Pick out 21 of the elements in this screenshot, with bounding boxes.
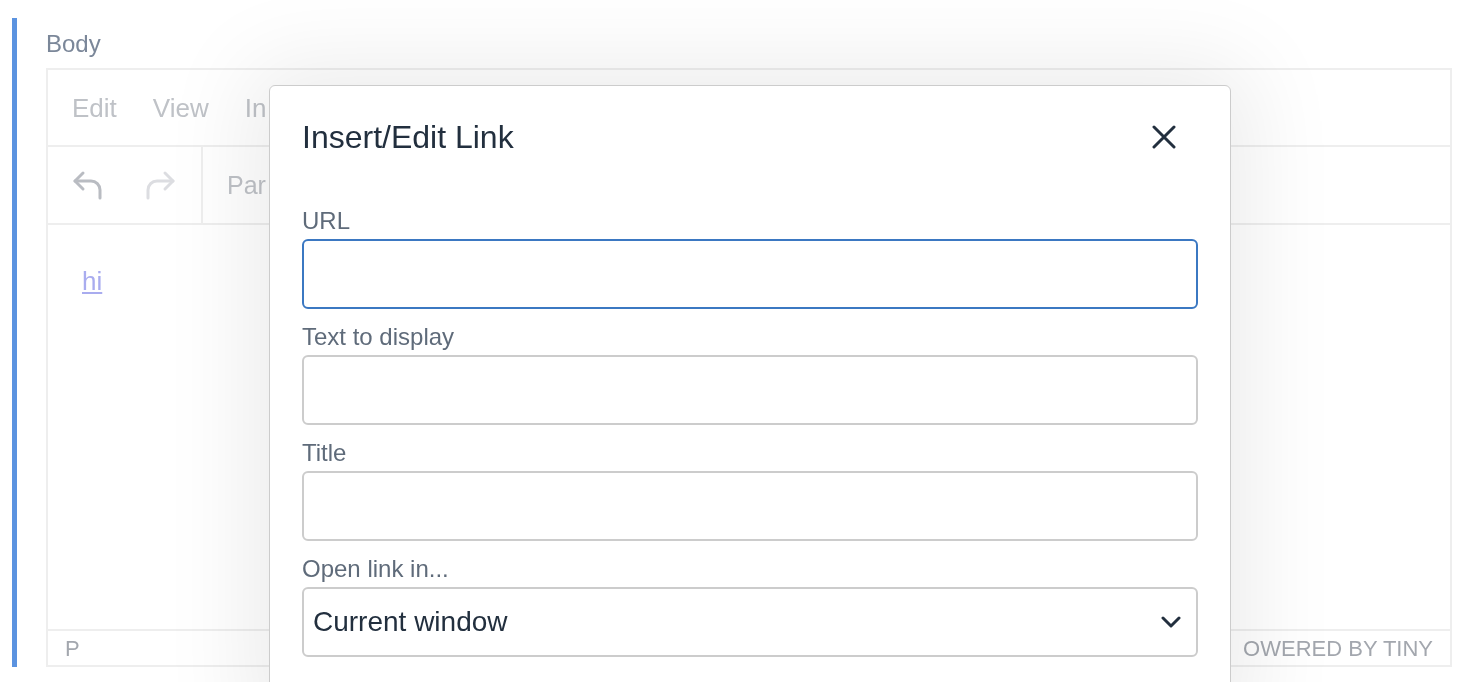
field-label: Text to display — [302, 322, 455, 352]
menu-item[interactable]: Edit — [72, 91, 117, 124]
field-label: Body — [46, 29, 101, 59]
field-label: Title — [302, 438, 347, 468]
text-link[interactable]: hi — [82, 266, 103, 296]
element-path[interactable]: P — [65, 631, 80, 665]
input-field[interactable] — [302, 355, 1198, 425]
dropdown-select[interactable]: Current window — [302, 587, 1198, 657]
menu-item[interactable]: View — [152, 91, 209, 124]
redo-icon — [144, 169, 176, 201]
input-field[interactable] — [302, 471, 1198, 541]
branding-text[interactable]: OWERED BY TINY — [1243, 631, 1433, 665]
field-label: Open link in... — [302, 554, 449, 584]
close-icon — [1152, 125, 1176, 149]
field-label: URL — [302, 206, 350, 236]
undo-icon — [72, 169, 104, 201]
dialog-title: Insert/Edit Link — [302, 118, 514, 157]
format-dropdown[interactable]: Par — [227, 169, 266, 201]
chevron-down-icon — [1161, 616, 1181, 628]
input-field[interactable] — [302, 239, 1198, 309]
menu-item[interactable]: In — [244, 91, 267, 124]
